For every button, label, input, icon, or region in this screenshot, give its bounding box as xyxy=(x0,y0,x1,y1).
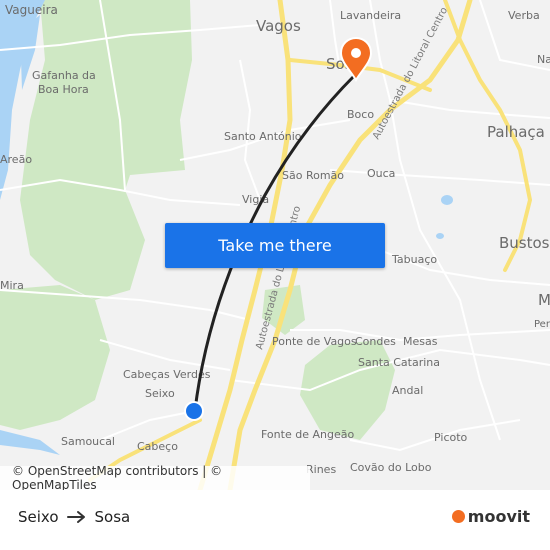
place-label: Areão xyxy=(0,153,32,166)
place-label: Na xyxy=(537,53,550,66)
destination-name: Sosa xyxy=(94,508,131,526)
place-label: Fonte de Angeão xyxy=(261,428,354,441)
place-label: Verba xyxy=(508,9,540,22)
pond xyxy=(436,233,444,239)
place-label: Boa Hora xyxy=(38,83,89,96)
place-label: Covão do Lobo xyxy=(350,461,432,474)
origin-marker[interactable] xyxy=(186,403,202,419)
place-label: Santa Catarina xyxy=(358,356,440,369)
place-label: Ouca xyxy=(367,167,395,180)
origin-name: Seixo xyxy=(18,508,59,526)
place-label: Ponte de Vagos xyxy=(272,335,357,348)
moovit-logo-text: moovit xyxy=(467,507,530,526)
place-label: São Romão xyxy=(282,169,344,182)
place-label: Cabeças Verdes xyxy=(123,368,211,381)
place-label: Picoto xyxy=(434,431,468,444)
place-label: Mesas xyxy=(403,335,438,348)
place-label: Vagos xyxy=(256,17,301,35)
place-label: Mira xyxy=(0,279,24,292)
place-label: M xyxy=(538,291,550,309)
place-label: Gafanha da xyxy=(32,69,96,82)
place-label: Palhaça xyxy=(487,123,545,141)
place-label: Tabuaço xyxy=(391,253,437,266)
route-summary: Seixo Sosa xyxy=(18,508,130,526)
place-label: Condes xyxy=(355,335,396,348)
place-label: Samoucal xyxy=(61,435,115,448)
map-attribution[interactable]: © OpenStreetMap contributors | © OpenMap… xyxy=(0,464,310,490)
arrow-right-icon xyxy=(66,510,87,524)
place-label: Per xyxy=(534,319,550,330)
moovit-logo-icon xyxy=(451,510,465,523)
moovit-logo: moovit xyxy=(451,507,530,526)
take-me-there-button[interactable]: Take me there xyxy=(165,223,385,268)
place-label: Bustos xyxy=(499,234,550,252)
place-label: Vagueira xyxy=(5,3,58,17)
place-label: Santo António xyxy=(224,130,302,143)
place-label: Cabeço xyxy=(137,440,178,453)
place-label: Boco xyxy=(347,108,374,121)
place-label: Rines xyxy=(306,463,336,476)
place-label: Seixo xyxy=(145,387,175,400)
map[interactable]: Vagueira Gafanha da Boa Hora Areão Mira … xyxy=(0,0,550,490)
place-label: Lavandeira xyxy=(340,9,401,22)
pond xyxy=(441,195,453,205)
place-label: Andal xyxy=(392,384,423,397)
destination-marker-dot xyxy=(351,48,361,58)
